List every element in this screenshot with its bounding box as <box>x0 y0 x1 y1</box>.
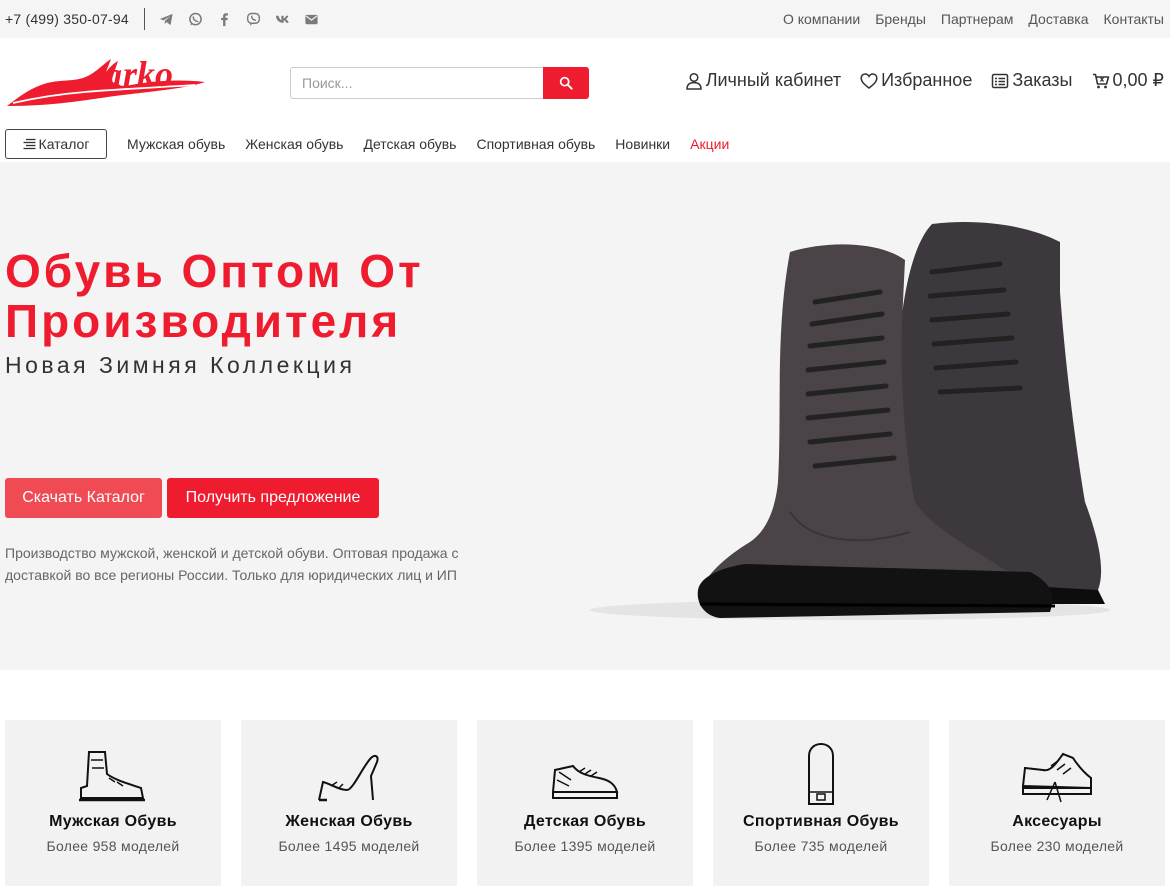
download-catalog-button[interactable]: Скачать Каталог <box>5 478 162 518</box>
svg-text:rko: rko <box>123 56 173 94</box>
kids-sneaker-icon <box>551 764 619 799</box>
search-icon <box>559 76 573 90</box>
category-title: Детская Обувь <box>523 813 647 830</box>
orders-label: Заказы <box>1012 70 1073 90</box>
top-link-partners[interactable]: Партнерам <box>941 11 1013 27</box>
hero-description: Производство мужской, женской и детской … <box>5 545 459 583</box>
category-count: Более 230 моделей <box>990 838 1124 854</box>
phone-link[interactable]: +7 (499) 350-07-94 <box>5 11 129 27</box>
category-card-mens[interactable]: Мужская Обувь Более 958 моделей <box>5 720 221 886</box>
nav-link-new[interactable]: Новинки <box>615 136 670 152</box>
facebook-icon[interactable] <box>217 12 232 27</box>
category-count: Более 958 моделей <box>46 838 180 854</box>
nav-link-sport[interactable]: Спортивная обувь <box>476 136 595 152</box>
category-count: Более 735 моделей <box>754 838 888 854</box>
top-link-brands[interactable]: Бренды <box>875 11 926 27</box>
search-form <box>290 67 589 99</box>
cart-total: 0,00 ₽ <box>1112 70 1165 90</box>
nav-link-kids[interactable]: Детская обувь <box>363 136 456 152</box>
account-link[interactable]: Личный кабинет <box>685 70 841 91</box>
get-offer-button[interactable]: Получить предложение <box>167 478 379 518</box>
orders-list-icon <box>992 73 1009 88</box>
hero-title: Обувь Оптом От Производителя <box>5 246 565 346</box>
top-link-contacts[interactable]: Контакты <box>1104 11 1164 27</box>
top-link-about[interactable]: О компании <box>783 11 860 27</box>
heart-icon <box>860 72 878 89</box>
category-title: Спортивная Обувь <box>743 813 899 830</box>
top-bar: +7 (499) 350-07-94 О компании Бренды Пар… <box>0 0 1170 38</box>
hero-title-line2: Производителя <box>5 295 402 347</box>
vk-icon[interactable] <box>275 12 290 27</box>
boots-image <box>590 222 1110 620</box>
high-heel-icon <box>318 754 379 802</box>
category-card-womens[interactable]: Женская Обувь Более 1495 моделей <box>241 720 457 886</box>
nav-link-mens[interactable]: Мужская обувь <box>127 136 225 152</box>
main-nav: Каталог Мужская обувь Женская обувь Детс… <box>0 126 1170 161</box>
top-links: О компании Бренды Партнерам Доставка Кон… <box>783 11 1164 27</box>
top-link-delivery[interactable]: Доставка <box>1028 11 1088 27</box>
orders-link[interactable]: Заказы <box>991 70 1073 91</box>
brand-logo[interactable]: rko a <box>5 56 208 108</box>
menu-icon <box>23 138 36 149</box>
whatsapp-icon[interactable] <box>188 12 203 27</box>
hero-banner: Обувь Оптом От Производителя Новая Зимня… <box>0 162 1170 670</box>
category-title: Мужская Обувь <box>49 813 177 830</box>
site-header: rko a Личный кабинет Избранное Заказы 0,… <box>0 38 1170 126</box>
sport-shoe-icon <box>808 742 834 805</box>
search-input[interactable] <box>290 67 543 99</box>
category-title: Женская Обувь <box>285 813 413 830</box>
hero-title-line1: Обувь Оптом От <box>5 245 424 297</box>
svg-text:a: a <box>105 57 122 94</box>
divider <box>143 8 145 30</box>
social-links <box>159 12 319 27</box>
nav-links: Мужская обувь Женская обувь Детская обув… <box>127 136 729 152</box>
mail-icon[interactable] <box>304 12 319 27</box>
account-label: Личный кабинет <box>705 70 842 90</box>
catalog-button[interactable]: Каталог <box>5 128 107 159</box>
category-title: Аксесуары <box>1012 813 1102 830</box>
favorites-link[interactable]: Избранное <box>860 70 972 91</box>
telegram-icon[interactable] <box>159 12 174 27</box>
category-count: Более 1395 моделей <box>514 838 656 854</box>
mens-boot-icon <box>79 751 145 802</box>
cart-icon <box>1092 73 1109 88</box>
category-card-kids[interactable]: Детская Обувь Более 1395 моделей <box>477 720 693 886</box>
nav-link-sale[interactable]: Акции <box>690 136 729 152</box>
user-icon <box>685 72 702 90</box>
viber-icon[interactable] <box>246 12 261 27</box>
hero-subtitle: Новая Зимняя Коллекция <box>5 352 356 378</box>
category-card-accessories[interactable]: Аксесуары Более 230 моделей <box>949 720 1165 886</box>
nav-link-womens[interactable]: Женская обувь <box>245 136 343 152</box>
search-button[interactable] <box>543 67 589 99</box>
category-card-sport[interactable]: Спортивная Обувь Более 735 моделей <box>713 720 929 886</box>
catalog-label: Каталог <box>38 135 90 152</box>
category-count: Более 1495 моделей <box>278 838 420 854</box>
cart-link[interactable]: 0,00 ₽ <box>1092 70 1165 91</box>
user-actions: Личный кабинет Избранное Заказы 0,00 ₽ <box>685 70 1164 91</box>
accessories-icon <box>1021 752 1092 803</box>
favorites-label: Избранное <box>881 70 973 90</box>
category-cards: Мужская Обувь Более 958 моделей Женская … <box>5 720 1165 886</box>
